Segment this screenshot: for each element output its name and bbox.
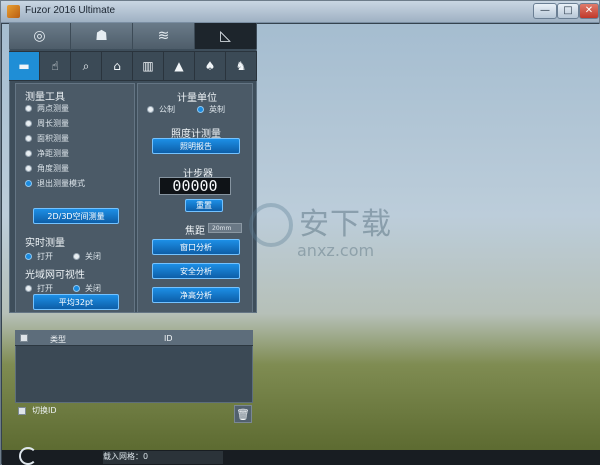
- tab-measure[interactable]: ◺: [195, 23, 257, 49]
- radio-selected-icon: [25, 180, 32, 187]
- radio-label: 公制: [159, 105, 175, 114]
- tab-people[interactable]: ☗: [71, 23, 133, 49]
- tab-compass[interactable]: ◎: [9, 23, 71, 49]
- counter-reset-button[interactable]: 重置: [185, 199, 223, 212]
- radio-label: 打开: [37, 284, 53, 293]
- radio-label: 周长测量: [37, 119, 69, 128]
- animal-icon: ♞: [235, 59, 247, 73]
- tab-layers[interactable]: ≋: [133, 23, 195, 49]
- column-id: ID: [164, 334, 173, 343]
- radio-exit-measure[interactable]: 退出测量模式: [25, 178, 85, 189]
- safety-analysis-button[interactable]: 安全分析: [152, 263, 240, 279]
- radio-label: 面积测量: [37, 134, 69, 143]
- space-measure-button[interactable]: 2D/3D空间测量: [33, 208, 119, 224]
- window-title: Fuzor 2016 Ultimate: [25, 5, 116, 16]
- radio-perimeter[interactable]: 周长测量: [25, 118, 69, 129]
- minimize-button[interactable]: —: [533, 3, 557, 19]
- radio-icon: [25, 165, 32, 172]
- hand-icon: ☝: [51, 59, 59, 73]
- radio-angle[interactable]: 角度测量: [25, 163, 69, 174]
- tool-animal[interactable]: ♞: [226, 52, 257, 80]
- measurement-tools-title: 测量工具: [25, 92, 65, 103]
- average-button[interactable]: 平均32pt: [33, 294, 119, 310]
- radio-selected-icon: [25, 253, 32, 260]
- title-bar: Fuzor 2016 Ultimate — □ ✕: [1, 1, 599, 23]
- tree-icon: ♠: [204, 59, 216, 73]
- radio-icon: [73, 253, 80, 260]
- tool-tree[interactable]: ♠: [195, 52, 226, 80]
- realtime-on[interactable]: 打开: [25, 251, 53, 262]
- counter-display: 00000: [159, 177, 231, 195]
- clearance-analysis-button[interactable]: 净高分析: [152, 287, 240, 303]
- compass-icon: ◎: [33, 28, 46, 44]
- visibility-on[interactable]: 打开: [25, 283, 53, 294]
- focal-length-select[interactable]: 20mm: [208, 223, 242, 233]
- loaded-mesh-status: 载入网格：0: [103, 451, 223, 464]
- radio-two-point[interactable]: 两点测量: [25, 103, 69, 114]
- mountain-icon: ▲: [174, 59, 184, 73]
- main-tab-bar: ◎ ☗ ≋ ◺: [9, 23, 257, 49]
- app-logo-icon: [7, 5, 20, 18]
- radio-area[interactable]: 面积测量: [25, 133, 69, 144]
- search-icon: ⌕: [82, 58, 90, 73]
- tool-row: ▬ ☝ ⌕ ⌂ ▥ ▲ ♠ ♞: [9, 51, 257, 81]
- tool-window[interactable]: ▥: [133, 52, 164, 80]
- trash-icon: 🗑: [236, 407, 250, 421]
- watermark-logo-icon: [249, 203, 293, 247]
- radio-selected-icon: [197, 106, 204, 113]
- realtime-title: 实时测量: [25, 238, 65, 249]
- maximize-button[interactable]: □: [557, 3, 579, 19]
- visibility-title: 光域网可视性: [25, 270, 85, 281]
- layers-icon: ≋: [157, 28, 170, 44]
- radio-label: 英制: [209, 105, 225, 114]
- ruler-icon: ◺: [220, 28, 231, 44]
- tool-hand[interactable]: ☝: [40, 52, 71, 80]
- switch-id-checkbox[interactable]: [18, 407, 26, 415]
- radio-label: 关闭: [85, 252, 101, 261]
- window-analysis-button[interactable]: 窗口分析: [152, 239, 240, 255]
- radio-icon: [25, 150, 32, 157]
- tool-tag[interactable]: ⌂: [102, 52, 133, 80]
- viewport-footer: [2, 450, 600, 465]
- tag-icon: ⌂: [113, 59, 121, 73]
- focal-title: 焦距: [185, 226, 205, 237]
- radio-label: 角度测量: [37, 164, 69, 173]
- measure-icon: ▬: [18, 59, 30, 73]
- switch-id-label: 切换ID: [32, 406, 57, 415]
- select-all-checkbox[interactable]: [20, 334, 28, 342]
- radio-label: 退出测量模式: [37, 179, 85, 188]
- column-type: 类型: [50, 335, 66, 344]
- radio-clearance[interactable]: 净距测量: [25, 148, 69, 159]
- radio-icon: [25, 135, 32, 142]
- close-button[interactable]: ✕: [579, 3, 599, 19]
- delete-button[interactable]: 🗑: [234, 405, 252, 423]
- window-icon: ▥: [142, 59, 154, 73]
- tool-mountain[interactable]: ▲: [164, 52, 195, 80]
- radio-icon: [25, 105, 32, 112]
- tool-measure[interactable]: ▬: [9, 52, 40, 80]
- radio-label: 净距测量: [37, 149, 69, 158]
- units-title: 计量单位: [177, 93, 217, 104]
- radio-label: 关闭: [85, 284, 101, 293]
- unit-metric[interactable]: 英制: [197, 104, 225, 115]
- tool-search[interactable]: ⌕: [71, 52, 102, 80]
- visibility-off[interactable]: 关闭: [73, 283, 101, 294]
- illuminance-button[interactable]: 照明报告: [152, 138, 240, 154]
- watermark: 安下载 anxz.com: [249, 199, 419, 269]
- radio-icon: [147, 106, 154, 113]
- radio-selected-icon: [73, 285, 80, 292]
- unit-imperial[interactable]: 公制: [147, 104, 175, 115]
- realtime-off[interactable]: 关闭: [73, 251, 101, 262]
- people-icon: ☗: [95, 28, 108, 44]
- radio-label: 两点测量: [37, 104, 69, 113]
- radio-icon: [25, 120, 32, 127]
- watermark-main-text: 安下载: [299, 207, 392, 242]
- radio-icon: [25, 285, 32, 292]
- app-window: Fuzor 2016 Ultimate — □ ✕ ◎ ☗ ≋ ◺ ▬ ☝ ⌕ …: [0, 0, 600, 465]
- radio-label: 打开: [37, 252, 53, 261]
- loading-spinner-icon: [19, 447, 37, 465]
- watermark-sub-text: anxz.com: [297, 241, 375, 260]
